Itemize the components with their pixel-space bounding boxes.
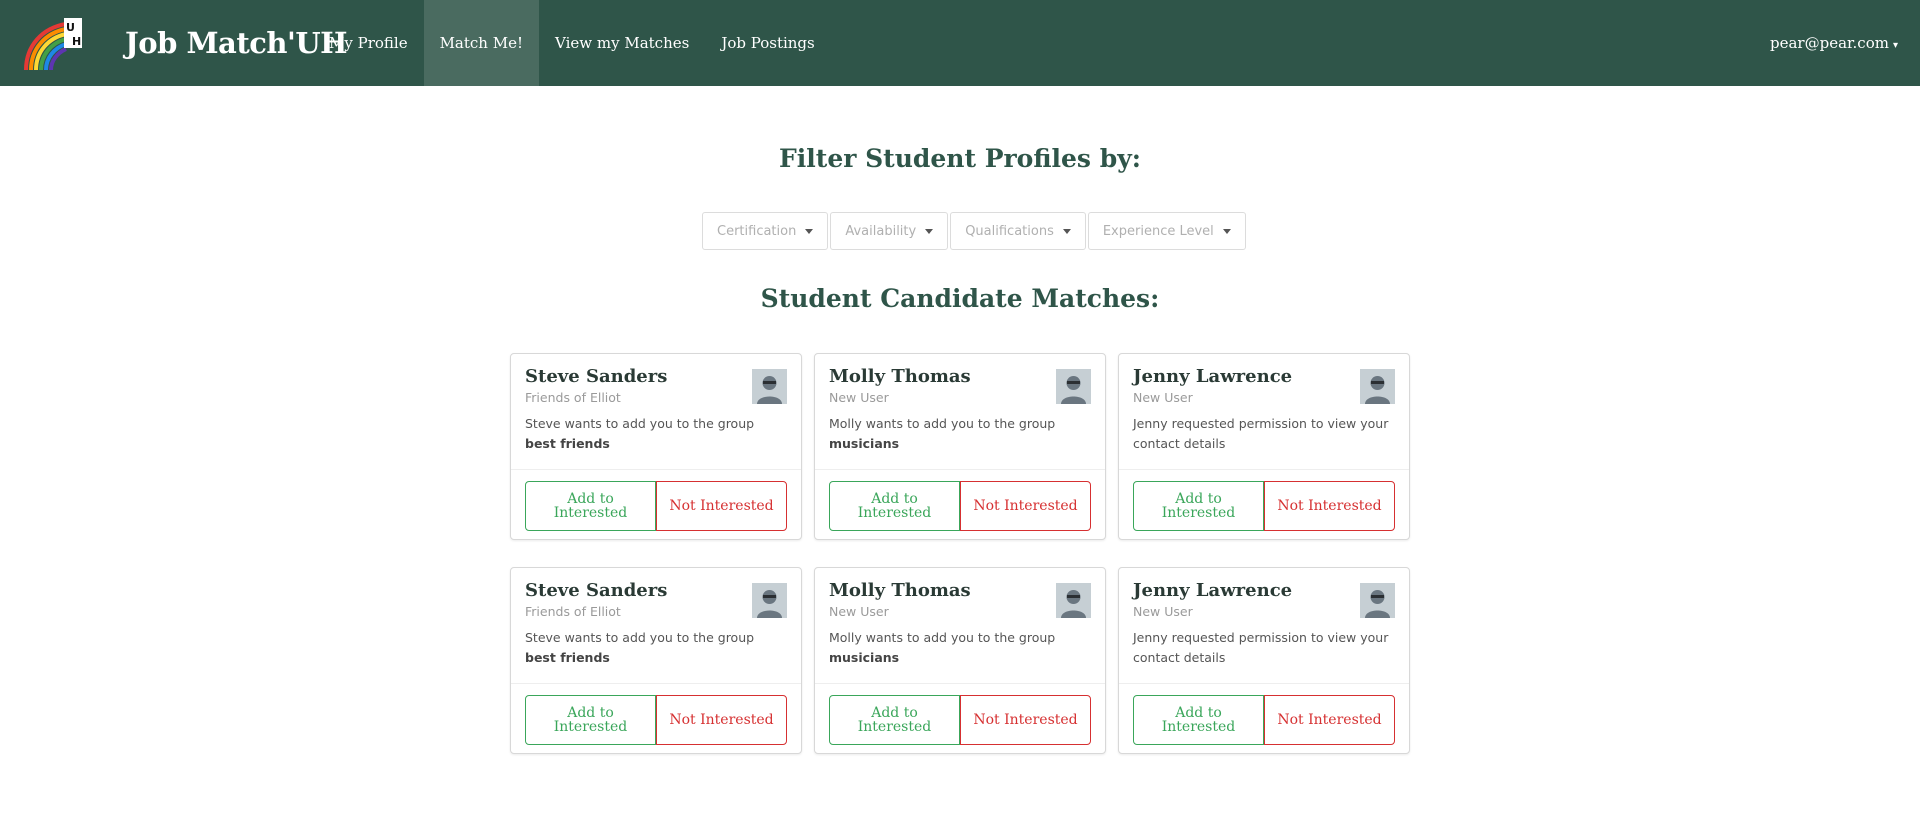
- candidate-description: Molly wants to add you to the group musi…: [829, 416, 1056, 451]
- card-divider: [511, 683, 801, 684]
- not-interested-button[interactable]: Not Interested: [1264, 695, 1395, 745]
- filter-label: Qualifications: [965, 223, 1054, 239]
- add-to-interested-button[interactable]: Add to Interested: [829, 481, 960, 531]
- not-interested-button[interactable]: Not Interested: [960, 481, 1091, 531]
- uh-rainbow-logo[interactable]: U H: [22, 16, 88, 72]
- nav-my-profile[interactable]: My Profile: [313, 0, 424, 86]
- candidate-description: Steve wants to add you to the group best…: [525, 416, 755, 451]
- card-actions: Add to Interested Not Interested: [525, 695, 787, 745]
- candidate-name: Steve Sanders: [525, 366, 668, 387]
- candidate-meta: Friends of Elliot: [525, 390, 621, 405]
- top-navbar: U H Job Match'UH My Profile Match Me! Vi…: [0, 0, 1920, 86]
- card-actions: Add to Interested Not Interested: [829, 481, 1091, 531]
- candidate-meta: New User: [1133, 390, 1193, 405]
- not-interested-button[interactable]: Not Interested: [960, 695, 1091, 745]
- matches-title: Student Candidate Matches:: [760, 284, 1160, 313]
- avatar-icon: [752, 369, 787, 404]
- candidate-name: Molly Thomas: [829, 580, 971, 601]
- add-to-interested-button[interactable]: Add to Interested: [1133, 481, 1264, 531]
- caret-down-icon: [805, 228, 814, 234]
- svg-text:H: H: [72, 35, 81, 48]
- nav-job-postings[interactable]: Job Postings: [705, 0, 830, 86]
- candidate-meta: New User: [829, 390, 889, 405]
- card-divider: [1119, 469, 1409, 470]
- user-menu[interactable]: pear@pear.com ▾: [1770, 0, 1898, 86]
- card-actions: Add to Interested Not Interested: [1133, 695, 1395, 745]
- candidate-card: Molly Thomas New User Molly wants to add…: [814, 353, 1106, 540]
- user-email: pear@pear.com: [1770, 34, 1889, 52]
- candidate-description: Molly wants to add you to the group musi…: [829, 630, 1056, 665]
- card-divider: [511, 469, 801, 470]
- candidate-name: Molly Thomas: [829, 366, 971, 387]
- filter-availability-dropdown[interactable]: Availability: [830, 212, 949, 250]
- add-to-interested-button[interactable]: Add to Interested: [829, 695, 960, 745]
- candidate-name: Jenny Lawrence: [1133, 580, 1293, 601]
- candidate-card: Jenny Lawrence New User Jenny requested …: [1118, 567, 1410, 754]
- candidate-description: Jenny requested permission to view your …: [1133, 416, 1389, 451]
- filter-title: Filter Student Profiles by:: [779, 144, 1141, 173]
- not-interested-button[interactable]: Not Interested: [656, 481, 787, 531]
- chevron-down-icon: ▾: [1892, 40, 1898, 51]
- filter-experience-level-dropdown[interactable]: Experience Level: [1087, 212, 1246, 250]
- card-divider: [1119, 683, 1409, 684]
- candidate-name: Steve Sanders: [525, 580, 668, 601]
- candidate-meta: New User: [829, 604, 889, 619]
- card-actions: Add to Interested Not Interested: [525, 481, 787, 531]
- caret-down-icon: [1062, 228, 1071, 234]
- candidate-card: Steve Sanders Friends of Elliot Steve wa…: [510, 353, 802, 540]
- candidate-name: Jenny Lawrence: [1133, 366, 1293, 387]
- avatar-icon: [752, 583, 787, 618]
- candidate-card: Molly Thomas New User Molly wants to add…: [814, 567, 1106, 754]
- card-actions: Add to Interested Not Interested: [829, 695, 1091, 745]
- caret-down-icon: [925, 228, 934, 234]
- avatar-icon: [1360, 369, 1395, 404]
- candidate-card: Jenny Lawrence New User Jenny requested …: [1118, 353, 1410, 540]
- nav-match-me[interactable]: Match Me!: [423, 0, 540, 86]
- add-to-interested-button[interactable]: Add to Interested: [525, 481, 656, 531]
- avatar-icon: [1056, 583, 1091, 618]
- card-divider: [815, 683, 1105, 684]
- card-actions: Add to Interested Not Interested: [1133, 481, 1395, 531]
- add-to-interested-button[interactable]: Add to Interested: [1133, 695, 1264, 745]
- card-divider: [815, 469, 1105, 470]
- main-nav: My Profile Match Me! View my Matches Job…: [313, 0, 831, 86]
- avatar-icon: [1056, 369, 1091, 404]
- filter-certification-dropdown[interactable]: Certification: [702, 212, 829, 250]
- not-interested-button[interactable]: Not Interested: [656, 695, 787, 745]
- filter-qualifications-dropdown[interactable]: Qualifications: [950, 212, 1086, 250]
- filter-label: Availability: [845, 223, 917, 239]
- not-interested-button[interactable]: Not Interested: [1264, 481, 1395, 531]
- svg-text:U: U: [66, 21, 75, 34]
- nav-view-my-matches[interactable]: View my Matches: [539, 0, 705, 86]
- add-to-interested-button[interactable]: Add to Interested: [525, 695, 656, 745]
- candidate-meta: New User: [1133, 604, 1193, 619]
- filter-bar: Certification Availability Qualification…: [702, 212, 1246, 250]
- candidate-meta: Friends of Elliot: [525, 604, 621, 619]
- filter-label: Certification: [717, 223, 797, 239]
- candidate-card: Steve Sanders Friends of Elliot Steve wa…: [510, 567, 802, 754]
- caret-down-icon: [1222, 228, 1231, 234]
- filter-label: Experience Level: [1102, 223, 1214, 239]
- candidate-description: Steve wants to add you to the group best…: [525, 630, 755, 665]
- avatar-icon: [1360, 583, 1395, 618]
- candidate-description: Jenny requested permission to view your …: [1133, 630, 1389, 665]
